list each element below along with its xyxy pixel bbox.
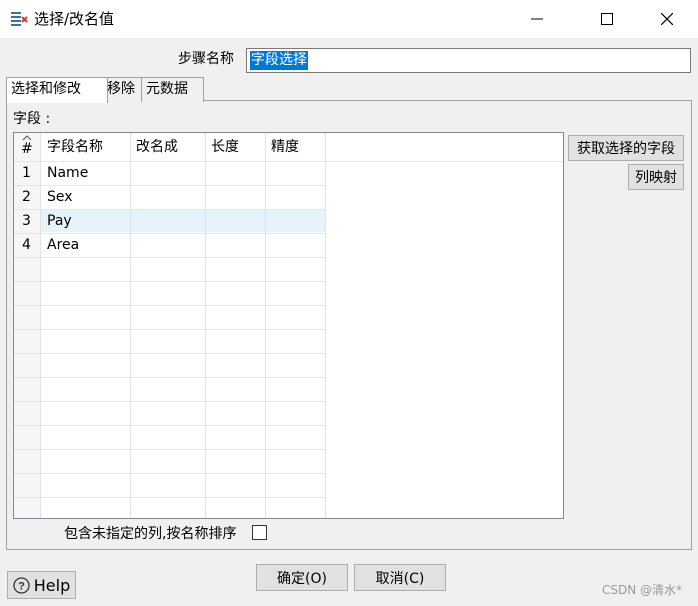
tab-metadata[interactable]: 元数据 (141, 77, 204, 102)
table-row (14, 425, 325, 450)
minimize-icon (531, 18, 543, 20)
minimize-button[interactable] (514, 0, 560, 38)
row-number: 1 (22, 165, 31, 181)
fields-table[interactable]: # 字段名称 改名成 长度 精度 1 Name 2 Sex 3 Pay 4 Ar… (13, 132, 564, 519)
table-row (14, 257, 325, 282)
watermark: CSDN @清水* (602, 583, 683, 597)
table-row (14, 353, 325, 378)
step-name-input[interactable]: 字段选择 (246, 48, 691, 73)
field-name-cell[interactable]: Pay (47, 209, 72, 233)
row-number: 3 (22, 213, 31, 229)
maximize-button[interactable] (584, 0, 630, 38)
field-name-cell[interactable]: Sex (47, 185, 73, 209)
ok-button[interactable]: 确定(O) (256, 564, 348, 591)
help-label: Help (33, 575, 71, 595)
tab-label: 选择和修改 (11, 81, 81, 97)
table-row (14, 473, 325, 498)
close-icon (661, 13, 673, 25)
maximize-icon (601, 13, 613, 25)
tab-select-and-alter[interactable]: 选择和修改 (6, 77, 108, 103)
include-unspecified-label: 包含未指定的列,按名称排序 (64, 526, 237, 542)
tab-label: 移除 (107, 81, 135, 97)
row-number: 4 (22, 237, 31, 253)
header-length[interactable]: 长度 (211, 133, 239, 161)
table-row (14, 281, 325, 306)
step-name-value: 字段选择 (250, 51, 308, 70)
field-name-cell[interactable]: Name (47, 161, 88, 185)
include-unspecified-checkbox[interactable] (252, 525, 267, 540)
svg-text:?: ? (18, 580, 25, 592)
header-field-name[interactable]: 字段名称 (47, 133, 103, 161)
table-row (14, 305, 325, 330)
help-icon: ? (13, 576, 30, 594)
field-name-cell[interactable]: Area (47, 233, 79, 257)
get-selected-fields-button[interactable]: 获取选择的字段 (568, 135, 684, 161)
table-row (14, 377, 325, 402)
cancel-button[interactable]: 取消(C) (354, 564, 446, 591)
fields-label: 字段 : (13, 111, 51, 127)
row-number: 2 (22, 189, 31, 205)
select-values-icon (10, 10, 28, 28)
table-row (14, 449, 325, 474)
title-bar: 选择/改名值 (0, 0, 698, 38)
header-rename-to[interactable]: 改名成 (136, 133, 178, 161)
table-row (14, 329, 325, 354)
tab-label: 元数据 (146, 81, 188, 97)
window-title: 选择/改名值 (34, 10, 115, 28)
step-name-label: 步骤名称 (178, 51, 234, 67)
header-precision[interactable]: 精度 (271, 133, 299, 161)
help-button[interactable]: ? Help (7, 571, 76, 599)
table-row (14, 401, 325, 426)
close-button[interactable] (644, 0, 690, 38)
header-number[interactable]: # (21, 135, 33, 163)
column-mapping-button[interactable]: 列映射 (628, 164, 684, 190)
